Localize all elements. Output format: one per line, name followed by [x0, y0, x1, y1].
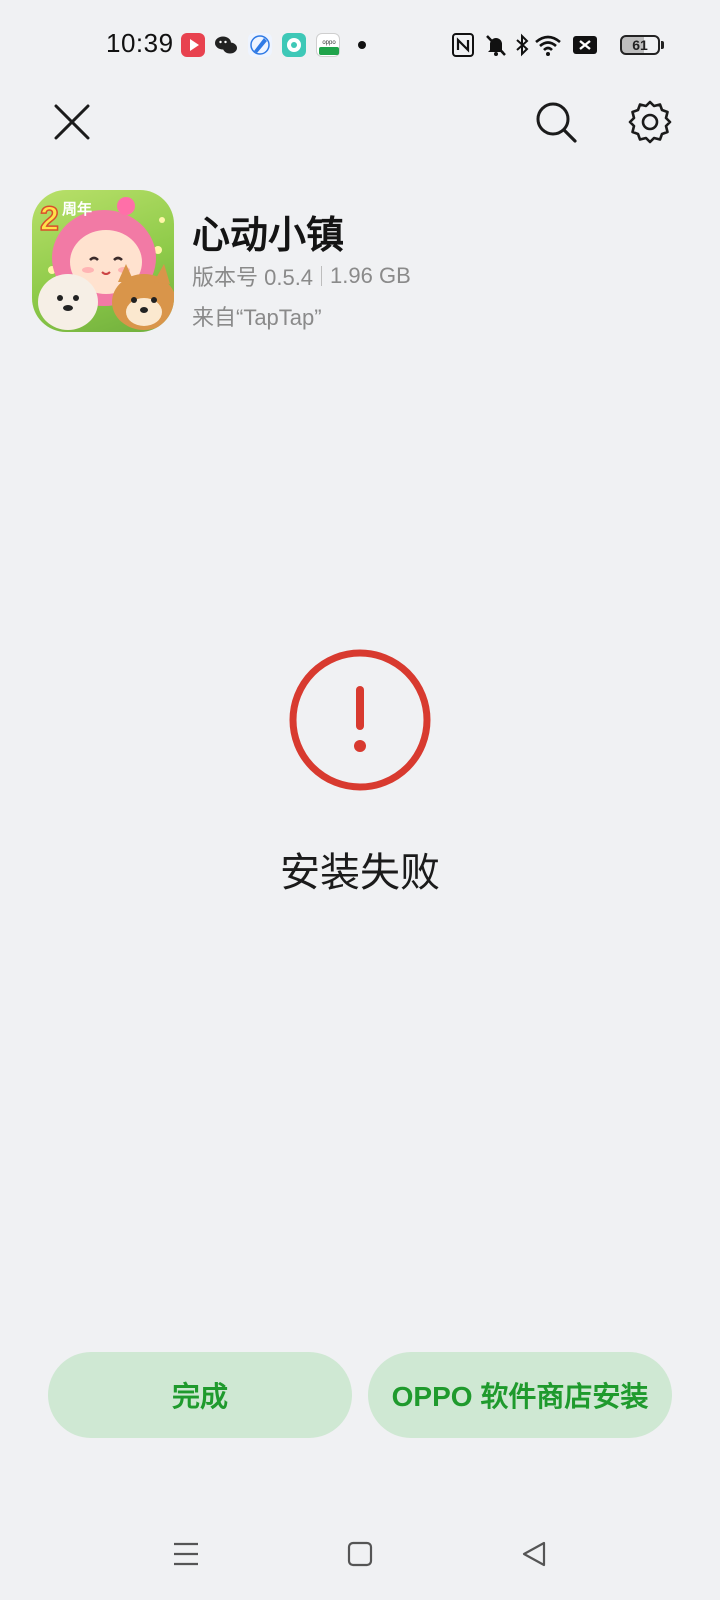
icon-badge-text: 周年	[62, 200, 92, 218]
bluetooth-icon	[514, 33, 530, 57]
settings-button[interactable]	[622, 94, 678, 150]
menu-icon	[174, 1542, 198, 1566]
app-meta: 版本号 0.5.4 1.96 GB	[192, 260, 411, 292]
app-source: 来自“TapTap”	[192, 305, 322, 330]
close-icon	[54, 104, 90, 140]
oppo-store-icon: oppo	[316, 33, 340, 57]
mute-icon	[484, 33, 508, 57]
sim-off-icon	[572, 33, 598, 57]
wechat-icon	[214, 33, 238, 57]
search-icon	[536, 102, 577, 143]
back-icon	[522, 1541, 546, 1567]
app-version: 版本号 0.5.4	[192, 265, 314, 290]
install-failed-message: 安装失败	[280, 851, 440, 895]
status-bar: 10:39 oppo 61	[0, 0, 720, 90]
app-icon: 2 周年	[32, 190, 174, 332]
app-name: 心动小镇	[192, 215, 345, 257]
dot-icon	[358, 41, 366, 49]
menu-button[interactable]	[166, 1534, 206, 1574]
battery-tip	[661, 41, 664, 49]
done-button[interactable]: 完成	[48, 1352, 352, 1438]
battery-icon: 61	[620, 35, 660, 55]
gear-icon	[628, 100, 672, 144]
meta-divider	[321, 266, 323, 286]
icon-badge-number: 2	[40, 200, 59, 238]
video-app-icon	[181, 33, 205, 57]
wifi-icon	[534, 33, 562, 57]
status-time: 10:39	[106, 28, 174, 58]
oppo-store-install-button[interactable]: OPPO 软件商店安装	[368, 1352, 672, 1438]
close-button[interactable]	[44, 94, 100, 150]
home-icon	[347, 1541, 373, 1567]
error-icon	[286, 646, 434, 794]
search-button[interactable]	[528, 94, 584, 150]
svg-text:oppo: oppo	[322, 40, 336, 46]
back-button[interactable]	[514, 1534, 554, 1574]
nfc-icon	[452, 33, 474, 57]
app-size: 1.96 GB	[330, 263, 411, 288]
home-button[interactable]	[340, 1534, 380, 1574]
chat-app-icon	[282, 33, 306, 57]
browser-icon	[248, 33, 272, 57]
